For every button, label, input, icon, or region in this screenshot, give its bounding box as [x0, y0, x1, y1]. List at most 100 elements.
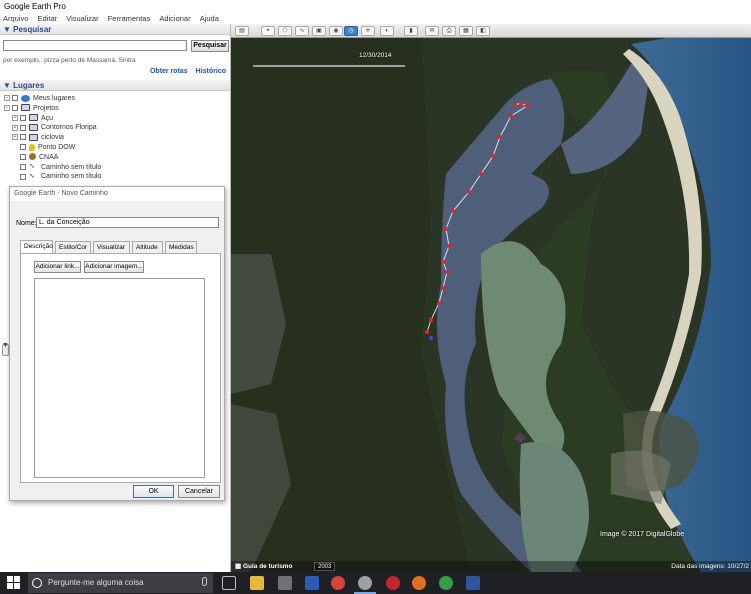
file-explorer-icon[interactable] [250, 576, 264, 590]
description-textarea[interactable] [34, 278, 205, 478]
path-vertex[interactable] [425, 330, 429, 334]
imagery-year-badge[interactable]: 2003 [314, 562, 336, 571]
path-vertex[interactable] [519, 101, 523, 105]
checkbox[interactable] [20, 163, 26, 170]
ruler-icon[interactable]: ▮ [404, 26, 418, 36]
path-vertex[interactable] [437, 301, 441, 305]
globe-icon [21, 94, 30, 102]
path-vertex[interactable] [498, 135, 502, 139]
add-path-icon[interactable]: ∿ [295, 26, 309, 36]
tree-item[interactable]: − Meus lugares [4, 94, 226, 104]
sidebar-toggle-icon[interactable]: ▤ [235, 26, 249, 36]
path-vertex[interactable] [447, 244, 451, 248]
path-vertex[interactable] [441, 286, 445, 290]
tree-item[interactable]: Ponto DOW [4, 143, 226, 153]
sunlight-icon[interactable]: ☀ [361, 26, 375, 36]
tree-item[interactable]: ∿ Caminho sem título [4, 163, 226, 173]
collapse-icon[interactable]: − [4, 104, 10, 111]
task-view-icon[interactable] [222, 576, 236, 590]
path-vertex[interactable] [451, 209, 455, 213]
search-button[interactable]: Pesquisar [191, 40, 229, 52]
tree-item[interactable]: + Contornos Floripa [4, 123, 226, 133]
tree-item[interactable]: CNAA [4, 153, 226, 163]
ok-button[interactable]: OK [133, 485, 174, 498]
menu-ferramentas[interactable]: Ferramentas [108, 14, 151, 23]
add-polygon-icon[interactable]: ⬠ [278, 26, 292, 36]
path-vertex[interactable] [513, 103, 517, 107]
taskbar-search[interactable]: Pergunte-me alguma coisa [28, 573, 213, 593]
tree-item[interactable]: − Projetos [4, 104, 226, 114]
menu-arquivo[interactable]: Arquivo [3, 14, 28, 23]
word-icon[interactable] [466, 576, 480, 590]
tour-guide-button[interactable]: ▦ Guia de turismo [235, 562, 292, 571]
menu-adicionar[interactable]: Adicionar [159, 14, 190, 23]
microphone-icon[interactable] [202, 577, 207, 586]
path-vertex[interactable] [509, 114, 513, 118]
tab-estilo-cor[interactable]: Estilo/Cor [55, 241, 91, 253]
checkbox[interactable] [20, 144, 26, 151]
tree-item-label: Ponto DOW [38, 143, 76, 151]
history-link[interactable]: Histórico [196, 68, 226, 75]
expand-icon[interactable]: + [12, 114, 18, 121]
expand-icon[interactable]: + [12, 124, 18, 131]
menu-visualizar[interactable]: Visualizar [66, 14, 98, 23]
orange-app-icon[interactable] [412, 576, 426, 590]
tree-item[interactable]: ∿ Caminho sem título [4, 172, 226, 182]
tree-item[interactable]: + ciclovia [4, 133, 226, 143]
menu-ajuda[interactable]: Ajuda [200, 14, 219, 23]
name-input[interactable]: L. da Conceição [36, 217, 219, 228]
red-app-icon[interactable] [386, 576, 400, 590]
path-cursor-vertex[interactable] [429, 336, 433, 340]
print-icon[interactable]: ⎙ [442, 26, 456, 36]
chrome-icon[interactable] [331, 576, 345, 590]
path-line[interactable] [426, 102, 529, 333]
tab-altitude[interactable]: Altitude [132, 241, 163, 253]
path-vertex[interactable] [467, 190, 471, 194]
checkbox[interactable] [12, 104, 18, 111]
path-vertex[interactable] [479, 172, 483, 176]
save-image-icon[interactable]: ▦ [459, 26, 473, 36]
add-placemark-icon[interactable]: ⌖ [261, 26, 275, 36]
search-input[interactable] [3, 40, 187, 51]
record-tour-icon[interactable]: ◉ [329, 26, 343, 36]
path-vertex[interactable] [441, 260, 445, 264]
checkbox[interactable] [12, 95, 18, 102]
expand-icon[interactable]: + [12, 134, 18, 141]
checkbox[interactable] [20, 124, 26, 131]
earth-map-view[interactable]: ▤ ⌖ ⬠ ∿ ▣ ◉ ◷ ☀ ◐ ▮ ✉ ⎙ ▦ ◧ 12/30/2014 I… [231, 24, 751, 572]
historical-imagery-icon[interactable]: ◷ [344, 26, 358, 36]
search-header[interactable]: ▼ Pesquisar [0, 24, 230, 35]
path-vertex[interactable] [445, 270, 449, 274]
path-vertex[interactable] [429, 318, 433, 322]
menu-editar[interactable]: Editar [38, 14, 58, 23]
directions-link[interactable]: Obter rotas [150, 68, 188, 75]
places-header[interactable]: ▼ Lugares [0, 80, 230, 91]
email-icon[interactable]: ✉ [425, 26, 439, 36]
checkbox[interactable] [20, 114, 26, 121]
folder-icon [29, 124, 38, 132]
path-vertex[interactable] [444, 227, 448, 231]
time-slider-track[interactable] [253, 65, 405, 67]
planets-icon[interactable]: ◐ [380, 26, 394, 36]
calculator-icon[interactable] [278, 576, 292, 590]
checkbox[interactable] [20, 173, 26, 180]
add-overlay-icon[interactable]: ▣ [312, 26, 326, 36]
add-image-button[interactable]: Adicionar imagem... [84, 261, 144, 273]
tree-item[interactable]: + Açu [4, 114, 226, 124]
cancel-button[interactable]: Cancelar [178, 485, 220, 498]
chrome-alt-icon[interactable] [439, 576, 453, 590]
add-link-button[interactable]: Adicionar link... [34, 261, 81, 273]
tab-descricao[interactable]: Descrição [20, 240, 53, 253]
path-vertex[interactable] [525, 104, 529, 108]
checkbox[interactable] [20, 153, 26, 160]
view-in-maps-icon[interactable]: ◧ [476, 26, 490, 36]
start-button[interactable] [7, 576, 20, 589]
checkbox[interactable] [20, 134, 26, 141]
tab-medidas[interactable]: Medidas [165, 241, 197, 253]
google-earth-icon[interactable] [354, 576, 376, 594]
tab-visualizar[interactable]: Visualizar [93, 241, 130, 253]
drawn-path[interactable] [231, 24, 751, 572]
path-vertex[interactable] [491, 154, 495, 158]
collapse-icon[interactable]: − [4, 95, 10, 102]
save-app-icon[interactable] [305, 576, 319, 590]
